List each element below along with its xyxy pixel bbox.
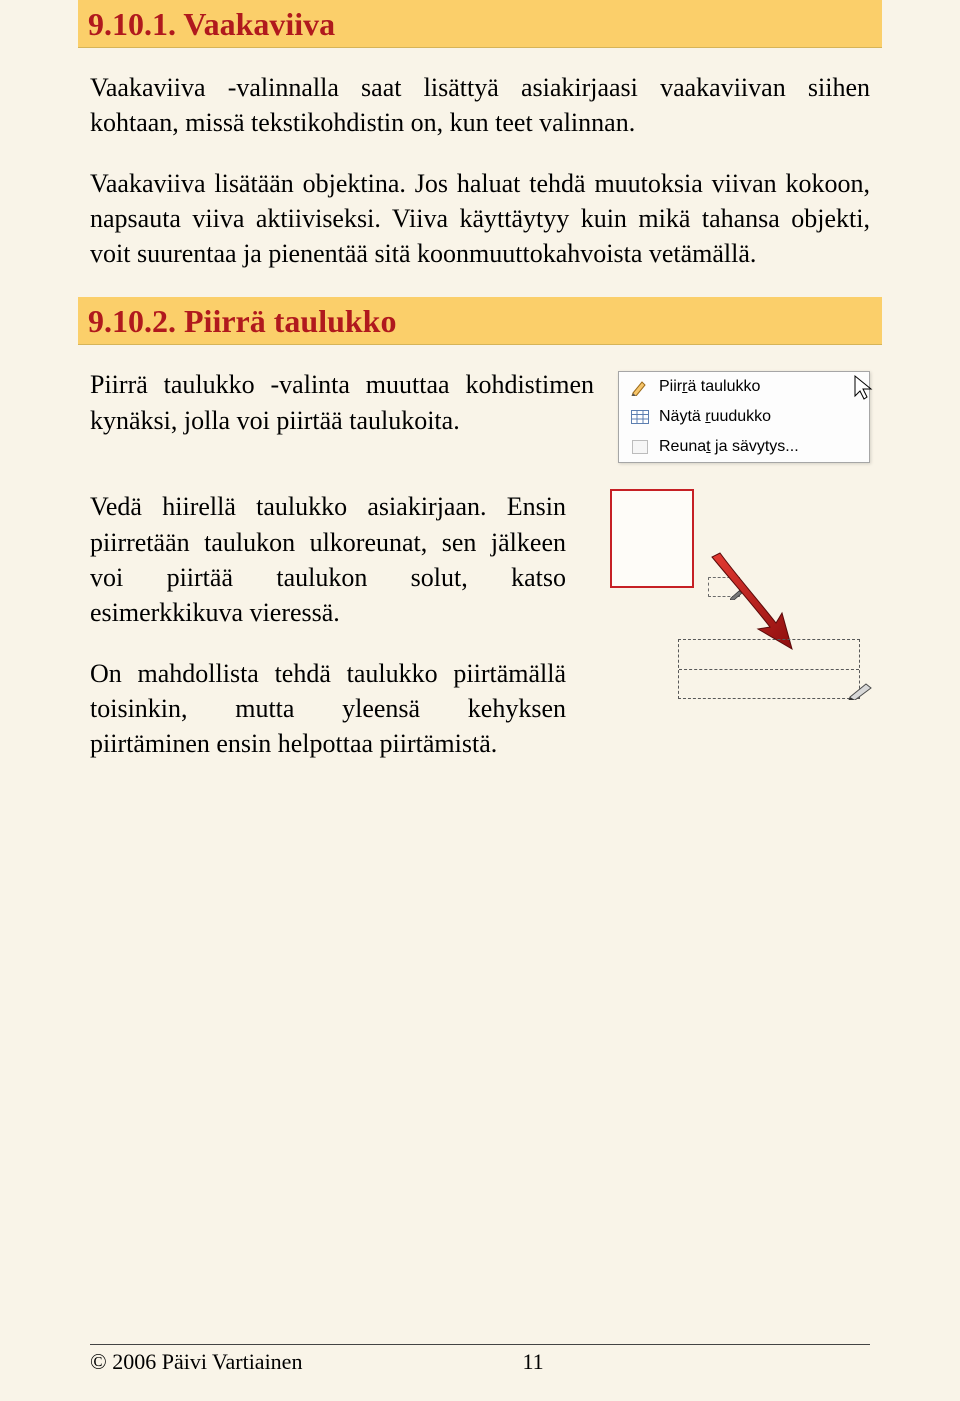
para-9-10-1-a: Vaakaviiva -valinnalla saat lisättyä asi… <box>90 70 870 140</box>
para-9-10-1-b: Vaakaviiva lisätään objektina. Jos halua… <box>90 166 870 271</box>
outer-rectangle <box>610 489 694 588</box>
copyright: © 2006 Päivi Vartiainen <box>90 1349 302 1375</box>
heading-9-10-2: 9.10.2. Piirrä taulukko <box>78 297 882 345</box>
pencil-icon <box>848 682 874 705</box>
menu-item-draw-table[interactable]: Piirrä taulukko <box>619 372 869 402</box>
para-9-10-2-b: Vedä hiirellä taulukko asiakirjaan. Ensi… <box>90 489 566 629</box>
para-9-10-2-c: On mahdollista tehdä taulukko piirtämäll… <box>90 656 566 761</box>
menu-item-show-grid[interactable]: Näytä ruudukko <box>619 402 869 432</box>
heading-title: Piirrä taulukko <box>184 303 396 339</box>
grid-icon <box>629 407 651 427</box>
draw-table-illustration <box>590 489 870 719</box>
heading-9-10-1: 9.10.1. Vaakaviiva <box>78 0 882 48</box>
heading-number: 9.10.2. <box>88 303 176 339</box>
menu-item-label: Piirrä taulukko <box>659 378 859 396</box>
page-footer: © 2006 Päivi Vartiainen 11 <box>90 1344 870 1375</box>
heading-title: Vaakaviiva <box>183 6 335 42</box>
page-number: 11 <box>522 1349 543 1375</box>
menu-item-label: Näytä ruudukko <box>659 408 859 426</box>
blank-icon <box>629 437 651 457</box>
cursor-arrow-icon <box>853 374 877 407</box>
menu-item-label: Reunat ja sävytys... <box>659 438 859 456</box>
context-menu: Piirrä taulukko Näytä ruudukko <box>618 371 870 463</box>
para-9-10-2-a: Piirrä taulukko -valinta muuttaa kohdist… <box>90 367 594 437</box>
heading-number: 9.10.1. <box>88 6 176 42</box>
pencil-icon <box>629 377 651 397</box>
dashed-table <box>678 639 860 699</box>
menu-item-borders-shading[interactable]: Reunat ja sävytys... <box>619 432 869 462</box>
